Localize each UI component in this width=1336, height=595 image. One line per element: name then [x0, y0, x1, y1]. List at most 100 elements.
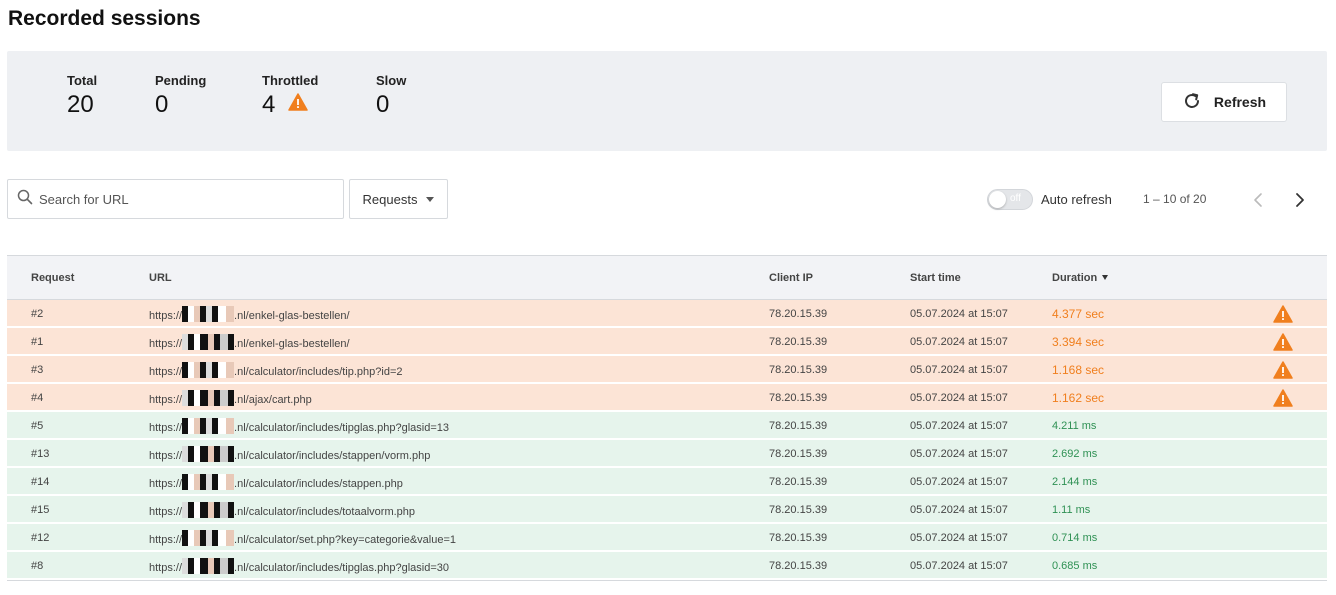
redacted-domain [182, 446, 235, 462]
column-header-request[interactable]: Request [31, 272, 74, 284]
request-id: #13 [31, 448, 50, 460]
redacted-domain [182, 334, 235, 350]
stat-slow-value: 0 [376, 91, 390, 118]
search-input[interactable] [39, 191, 329, 207]
request-url[interactable]: https:// .nl/calculator/set.php?key=categ… [149, 530, 456, 548]
toggle-knob [989, 191, 1006, 208]
duration: 2.692 ms [1052, 448, 1098, 460]
stat-throttled-label: Throttled [262, 73, 319, 88]
request-url[interactable]: https:// .nl/calculator/includes/totaalvo… [149, 502, 415, 520]
redacted-domain [182, 362, 235, 378]
url-prefix: https:// [149, 449, 183, 462]
column-header-start-time[interactable]: Start time [910, 272, 961, 284]
request-id: #12 [31, 532, 50, 544]
request-url[interactable]: https:// .nl/calculator/includes/tip.php?… [149, 362, 403, 380]
search-box[interactable] [7, 179, 344, 219]
start-time: 05.07.2024 at 15:07 [910, 448, 1008, 460]
chevron-left-icon[interactable] [1250, 190, 1268, 210]
client-ip: 78.20.15.39 [769, 392, 828, 404]
column-header-url[interactable]: URL [149, 272, 172, 284]
request-url[interactable]: https:// .nl/calculator/includes/stappen/… [149, 446, 431, 464]
table-row[interactable]: #1 https:// .nl/enkel-glas-bestellen/78.20… [7, 328, 1327, 356]
stat-total-label: Total [67, 73, 98, 88]
caret-down-icon [426, 196, 435, 202]
request-url[interactable]: https:// .nl/calculator/includes/stappen.… [149, 474, 403, 492]
request-url[interactable]: https:// .nl/calculator/includes/tipglas.… [149, 418, 449, 436]
start-time: 05.07.2024 at 15:07 [910, 476, 1008, 488]
stat-throttled-value: 4 [262, 91, 276, 118]
redacted-domain [182, 306, 235, 322]
url-prefix: https:// [149, 533, 183, 546]
table-row[interactable]: #14 https:// .nl/calculator/includes/stapp… [7, 468, 1327, 496]
url-path: .nl/ajax/cart.php [234, 393, 312, 406]
client-ip: 78.20.15.39 [769, 476, 828, 488]
refresh-button-label: Refresh [1213, 94, 1267, 110]
client-ip: 78.20.15.39 [769, 504, 828, 516]
duration: 1.168 sec [1052, 363, 1105, 377]
url-prefix: https:// [149, 477, 183, 490]
refresh-button[interactable]: Refresh [1161, 82, 1287, 122]
table-body: #2 https:// .nl/enkel-glas-bestellen/78.20… [7, 300, 1327, 580]
url-path: .nl/calculator/includes/stappen/vorm.php [234, 449, 431, 462]
url-path: .nl/calculator/includes/tipglas.php?glas… [234, 421, 449, 434]
client-ip: 78.20.15.39 [769, 420, 828, 432]
client-ip: 78.20.15.39 [769, 364, 828, 376]
table-row[interactable]: #13 https:// .nl/calculator/includes/stapp… [7, 440, 1327, 468]
request-type-value: Requests [362, 191, 418, 207]
stats-panel: Total 20 Pending 0 Throttled 4 Slow 0 [7, 51, 1327, 151]
start-time: 05.07.2024 at 15:07 [910, 336, 1008, 348]
url-prefix: https:// [149, 365, 183, 378]
search-icon [17, 189, 33, 210]
redacted-domain [182, 502, 235, 518]
chevron-right-icon[interactable] [1290, 190, 1308, 210]
request-type-select[interactable]: Requests [349, 179, 448, 219]
page-title: Recorded sessions [8, 7, 201, 30]
auto-refresh-toggle[interactable]: off [987, 189, 1033, 210]
request-url[interactable]: https:// .nl/enkel-glas-bestellen/ [149, 334, 350, 352]
stat-pending-value: 0 [155, 91, 169, 118]
request-url[interactable]: https:// .nl/enkel-glas-bestellen/ [149, 306, 350, 324]
client-ip: 78.20.15.39 [769, 560, 828, 572]
client-ip: 78.20.15.39 [769, 448, 828, 460]
start-time: 05.07.2024 at 15:07 [910, 308, 1008, 320]
start-time: 05.07.2024 at 15:07 [910, 420, 1008, 432]
table-header: Request URL Client IP Start time Duratio… [7, 256, 1327, 300]
url-prefix: https:// [149, 337, 183, 350]
table-row[interactable]: #2 https:// .nl/enkel-glas-bestellen/78.20… [7, 300, 1327, 328]
sessions-table: Request URL Client IP Start time Duratio… [7, 255, 1327, 581]
request-url[interactable]: https:// .nl/calculator/includes/tipglas.… [149, 558, 449, 576]
url-prefix: https:// [149, 309, 183, 322]
duration: 3.394 sec [1052, 335, 1105, 349]
duration: 4.377 sec [1052, 307, 1105, 321]
url-prefix: https:// [149, 421, 183, 434]
stat-throttled: Throttled 4 [262, 73, 318, 119]
request-url[interactable]: https:// .nl/ajax/cart.php [149, 390, 312, 408]
request-id: #8 [31, 560, 44, 572]
table-row[interactable]: #15 https:// .nl/calculator/includes/totaa… [7, 496, 1327, 524]
duration: 1.11 ms [1052, 504, 1091, 516]
redacted-domain [182, 390, 235, 406]
sort-desc-icon [1102, 274, 1109, 280]
table-row[interactable]: #12 https:// .nl/calculator/set.php?key=ca… [7, 524, 1327, 552]
duration: 0.714 ms [1052, 532, 1098, 544]
column-header-client-ip[interactable]: Client IP [769, 272, 813, 284]
table-row[interactable]: #8 https:// .nl/calculator/includes/tipgla… [7, 552, 1327, 580]
url-prefix: https:// [149, 505, 183, 518]
request-id: #5 [31, 420, 44, 432]
stat-pending-label: Pending [155, 73, 207, 88]
start-time: 05.07.2024 at 15:07 [910, 504, 1008, 516]
stat-pending: Pending 0 [155, 73, 206, 119]
column-header-duration[interactable]: Duration [1052, 272, 1109, 284]
table-row[interactable]: #3 https:// .nl/calculator/includes/tip.ph… [7, 356, 1327, 384]
redacted-domain [182, 558, 235, 574]
url-prefix: https:// [149, 393, 183, 406]
request-id: #2 [31, 308, 44, 320]
toggle-state-text: off [1010, 193, 1021, 204]
warning-triangle-icon [1273, 305, 1293, 326]
redacted-domain [182, 418, 235, 434]
request-id: #3 [31, 364, 44, 376]
table-row[interactable]: #5 https:// .nl/calculator/includes/tipgla… [7, 412, 1327, 440]
stat-total-value: 20 [67, 91, 94, 118]
auto-refresh-label: Auto refresh [1041, 192, 1112, 207]
table-row[interactable]: #4 https:// .nl/ajax/cart.php 78.20.15.39 05… [7, 384, 1327, 412]
